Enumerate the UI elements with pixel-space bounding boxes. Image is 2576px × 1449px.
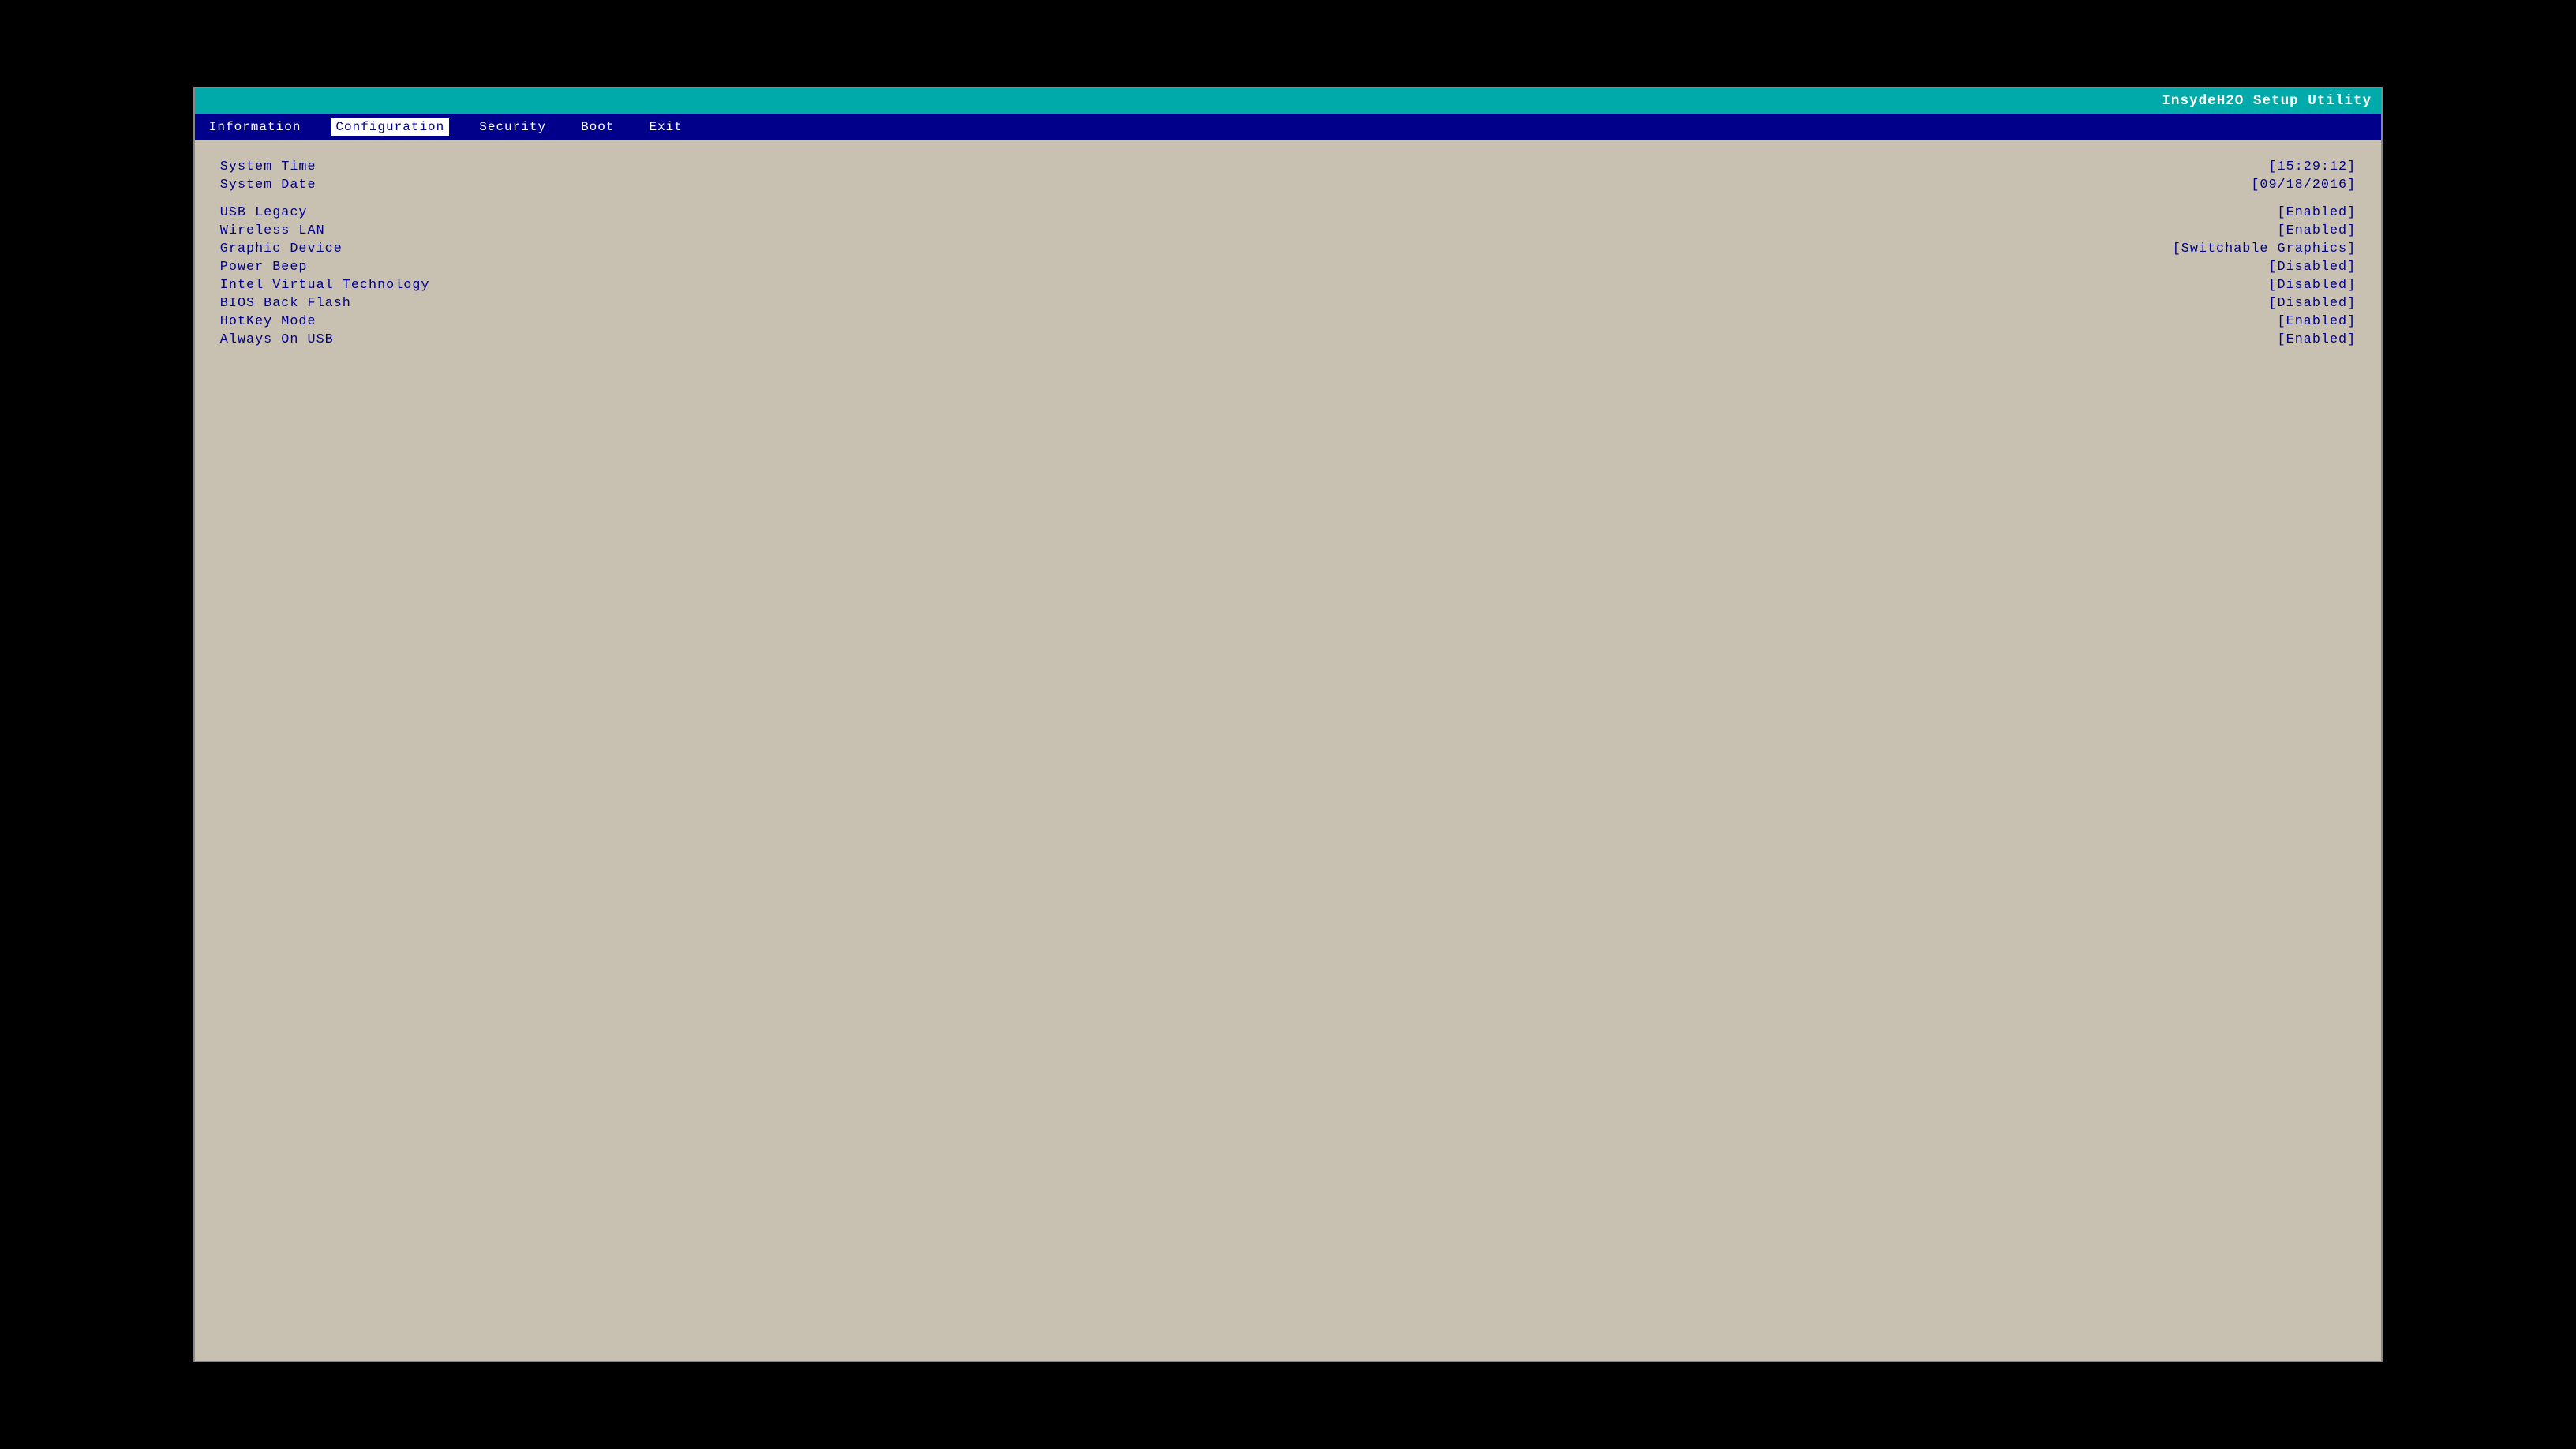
app-title: InsydeH2O Setup Utility [2162, 93, 2372, 109]
setting-row-7[interactable]: BIOS Back Flash [Disabled] [220, 296, 2356, 311]
menu-item-exit[interactable]: Exit [644, 118, 687, 136]
menu-bar: Information Configuration Security Boot Exit [195, 114, 2381, 140]
setting-label-5: Power Beep [220, 260, 496, 275]
bios-screen: InsydeH2O Setup Utility Information Confi… [193, 87, 2383, 1362]
setting-label-2: USB Legacy [220, 205, 496, 220]
setting-value-7: [Disabled] [2119, 296, 2356, 311]
setting-row-5[interactable]: Power Beep [Disabled] [220, 260, 2356, 275]
menu-item-configuration[interactable]: Configuration [331, 118, 449, 136]
setting-row-4[interactable]: Graphic Device [Switchable Graphics] [220, 242, 2356, 256]
content-area: System Time [15:29:12] System Date [09/18/2… [195, 140, 2381, 369]
setting-row-6[interactable]: Intel Virtual Technology [Disabled] [220, 278, 2356, 293]
title-bar: InsydeH2O Setup Utility [195, 88, 2381, 114]
setting-label-3: Wireless LAN [220, 223, 496, 238]
setting-label-4: Graphic Device [220, 242, 496, 256]
setting-value-5: [Disabled] [2119, 260, 2356, 275]
setting-value-6: [Disabled] [2119, 278, 2356, 293]
setting-label-1: System Date [220, 178, 496, 193]
setting-label-9: Always On USB [220, 332, 496, 347]
setting-value-0: [15:29:12] [2119, 159, 2356, 174]
setting-value-3: [Enabled] [2119, 223, 2356, 238]
setting-value-2: [Enabled] [2119, 205, 2356, 220]
setting-value-8: [Enabled] [2119, 314, 2356, 329]
setting-row-2[interactable]: USB Legacy [Enabled] [220, 205, 2356, 220]
menu-item-security[interactable]: Security [474, 118, 551, 136]
setting-row-1[interactable]: System Date [09/18/2016] [220, 178, 2356, 193]
setting-value-9: [Enabled] [2119, 332, 2356, 347]
setting-row-0[interactable]: System Time [15:29:12] [220, 159, 2356, 174]
setting-row-9[interactable]: Always On USB [Enabled] [220, 332, 2356, 347]
setting-label-7: BIOS Back Flash [220, 296, 496, 311]
setting-row-8[interactable]: HotKey Mode [Enabled] [220, 314, 2356, 329]
setting-label-0: System Time [220, 159, 496, 174]
setting-label-6: Intel Virtual Technology [220, 278, 496, 293]
setting-label-8: HotKey Mode [220, 314, 496, 329]
menu-item-boot[interactable]: Boot [576, 118, 619, 136]
setting-value-1: [09/18/2016] [2119, 178, 2356, 193]
setting-value-4: [Switchable Graphics] [2119, 242, 2356, 256]
menu-item-information[interactable]: Information [204, 118, 306, 136]
setting-row-3[interactable]: Wireless LAN [Enabled] [220, 223, 2356, 238]
